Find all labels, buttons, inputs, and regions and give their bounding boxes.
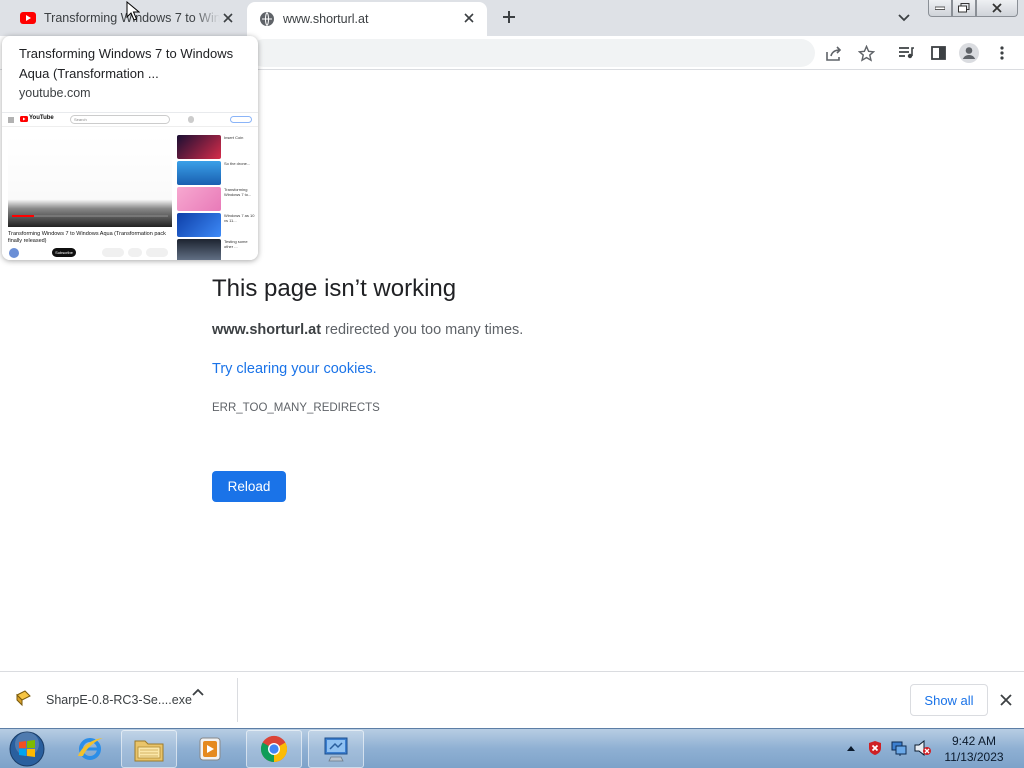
mouse-cursor-icon [126,1,140,21]
windows-orb-icon [9,731,45,767]
close-icon [1000,694,1012,706]
chrome-icon [260,735,288,763]
close-tab-icon[interactable] [461,10,477,26]
error-message: www.shorturl.at redirected you too many … [212,322,523,338]
restore-button[interactable] [952,0,976,17]
restore-icon [958,3,970,13]
thumbnail-side-title: Testing some other ... [224,239,248,249]
globe-icon [259,11,275,27]
thumbnail-channel-avatar [9,248,19,258]
minimize-icon [935,6,945,10]
plus-icon [503,11,515,23]
profile-avatar-icon[interactable] [959,43,979,63]
media-player-icon [199,737,221,761]
thumbnail-search: Search [70,115,170,124]
download-file-name: SharpE-0.8-RC3-Se....exe [46,693,192,707]
thumbnail-side-title: Windows 7 as 10 vs 11... [224,213,255,223]
thumbnail-side-video-4 [177,213,221,237]
show-hidden-icons-button[interactable] [842,739,860,757]
thumbnail-header: YouTube Search [2,113,258,127]
error-title: This page isn’t working [212,275,457,302]
tab-preview-thumbnail: YouTube Search Transforming Windows 7 to… [2,112,258,260]
show-all-downloads-button[interactable]: Show all [910,684,988,716]
close-tab-icon[interactable] [220,10,236,26]
thumbnail-side-title: Transforming Windows 7 to... [224,187,252,197]
taskbar-clock[interactable]: 9:42 AM 11/13/2023 [938,733,1010,765]
control-panel-icon [324,737,348,762]
hover-card-domain: youtube.com [19,86,91,100]
close-shelf-button[interactable] [997,691,1015,709]
menu-icon [8,117,14,123]
taskbar-control-panel[interactable] [308,730,364,768]
youtube-logo-icon [20,116,28,122]
address-bar[interactable] [250,39,815,67]
error-suggestion-suffix: . [372,361,377,377]
reload-button[interactable]: Reload [212,471,286,502]
action-center-alert-icon[interactable] [866,739,884,757]
taskbar-file-explorer[interactable] [121,730,177,768]
bookmark-star-icon[interactable] [856,43,876,63]
thumbnail-side-video-5 [177,239,221,260]
taskbar-media-player[interactable] [182,730,238,768]
internet-explorer-icon [78,738,103,760]
thumbnail-side-video-1 [177,135,221,159]
more-menu-icon[interactable] [992,43,1012,63]
triangle-up-icon [847,746,855,751]
installer-file-icon [14,689,32,712]
start-button[interactable] [4,730,50,768]
error-host: www.shorturl.at [212,322,322,338]
error-message-text: redirected you too many times. [321,322,524,338]
thumbnail-side-video-2 [177,161,221,185]
thumbnail-video-title: Transforming Windows 7 to Windows Aqua (… [8,231,166,244]
tab-shorturl[interactable]: www.shorturl.at [247,2,487,36]
error-suggestion: Try clearing your cookies. [212,361,377,377]
share-icon[interactable] [824,43,844,63]
minimize-button[interactable] [928,0,952,17]
chevron-down-icon [898,14,910,22]
thumbnail-video-player [8,135,172,227]
taskbar-chrome[interactable] [246,730,302,768]
chevron-up-icon [192,688,204,696]
windows-taskbar: 9:42 AM 11/13/2023 [0,728,1024,768]
tab-strip: Transforming Windows 7 to Windows Aqua (… [0,0,1024,36]
network-icon[interactable] [890,739,908,757]
error-code: ERR_TOO_MANY_REDIRECTS [212,402,380,414]
clock-date: 11/13/2023 [944,750,1004,764]
tab-search-button[interactable] [895,9,913,27]
shelf-divider [237,678,238,722]
new-tab-button[interactable] [498,6,520,28]
file-explorer-icon [134,740,164,762]
thumbnail-subscribe: Subscribe [52,248,76,257]
thumbnail-side-title: Insert Coin [224,135,244,140]
hover-card-title: Transforming Windows 7 to Windows Aqua (… [19,46,234,81]
thumbnail-side-video-3 [177,187,221,211]
thumbnail-logo-text: YouTube [29,115,54,121]
volume-muted-icon[interactable] [914,739,932,757]
clear-cookies-link[interactable]: Try clearing your cookies [212,361,373,377]
close-window-button[interactable] [976,0,1018,17]
tab-hover-card: Transforming Windows 7 to Windows Aqua (… [2,36,258,260]
download-options-button[interactable] [190,684,206,700]
clock-time: 9:42 AM [951,734,997,748]
thumbnail-sign-in [230,116,252,123]
media-control-icon[interactable] [896,43,916,63]
side-panel-icon[interactable] [928,43,948,63]
tab-title: www.shorturl.at [283,12,369,26]
thumbnail-side-title: So the drone... [224,161,251,166]
taskbar-internet-explorer[interactable] [62,730,118,768]
close-icon [992,3,1002,13]
download-shelf: SharpE-0.8-RC3-Se....exe Show all [0,671,1024,728]
thumbnail-mic-icon [188,116,194,123]
youtube-icon [20,12,36,24]
